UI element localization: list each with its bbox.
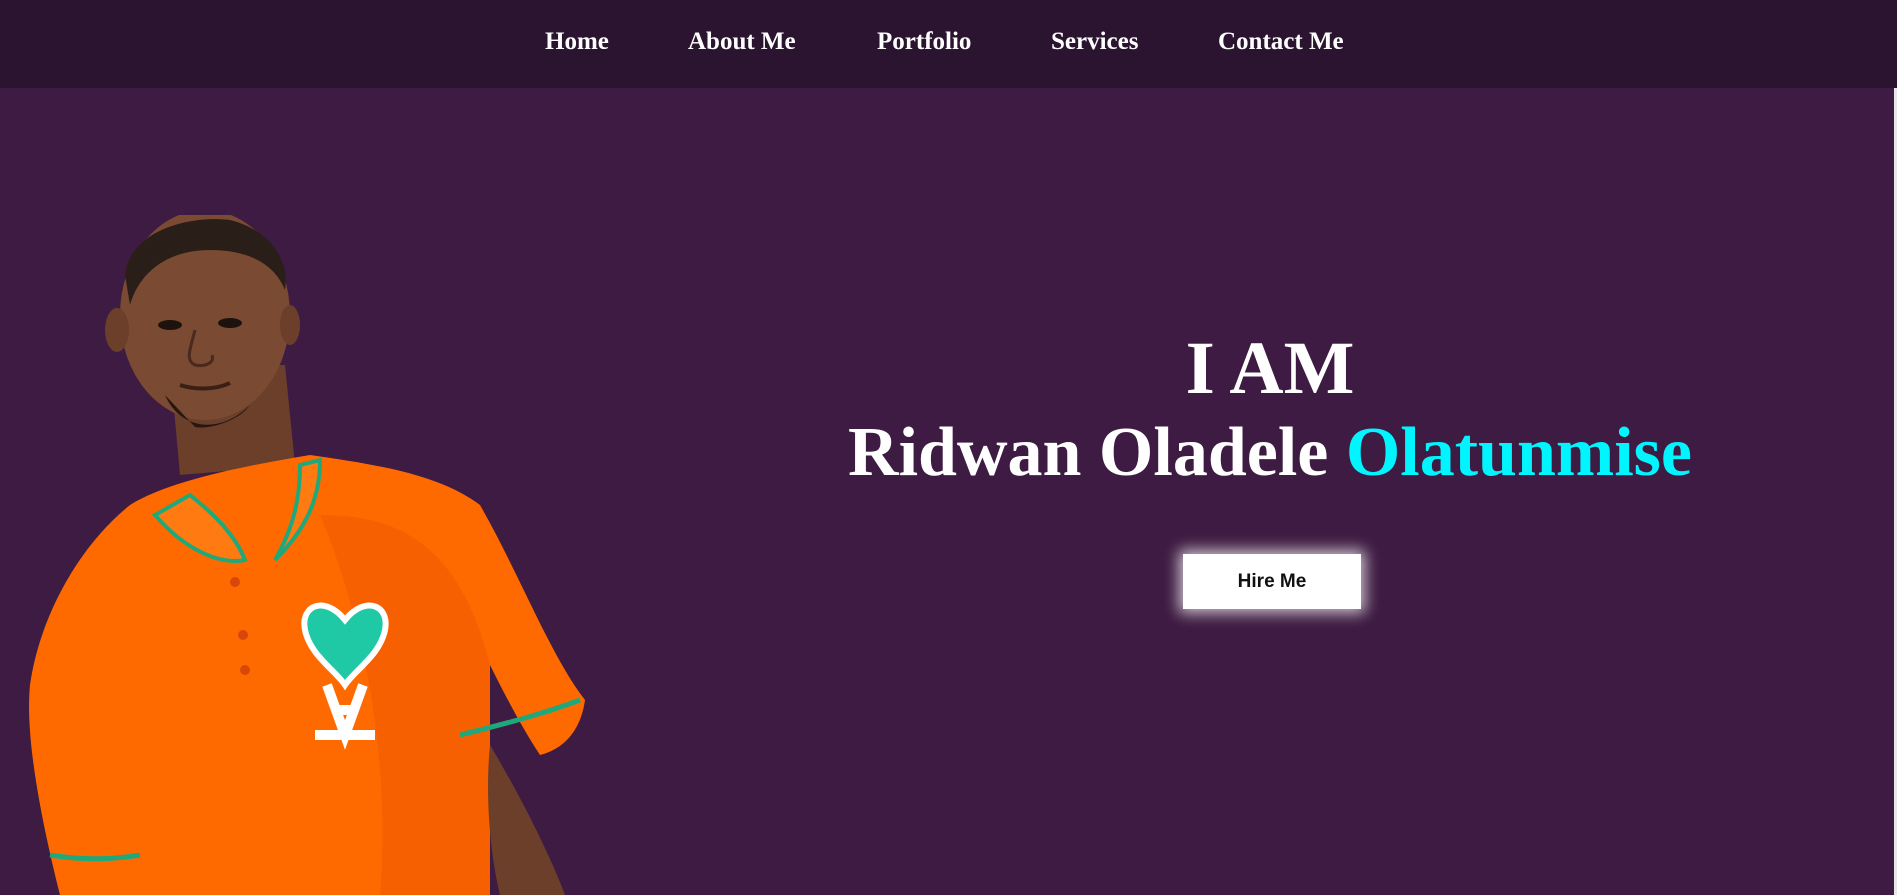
nav-link-contact-me[interactable]: Contact Me bbox=[1218, 26, 1344, 58]
profile-photo bbox=[29, 215, 585, 895]
hero-intro-line: I AM bbox=[1185, 327, 1355, 410]
hero-name-first: Ridwan Oladele bbox=[848, 414, 1346, 491]
nav-link-portfolio[interactable]: Portfolio bbox=[877, 26, 971, 58]
nav-link-services[interactable]: Services bbox=[1051, 26, 1138, 58]
nav-link-home[interactable]: Home bbox=[545, 26, 609, 58]
nav-menu: Home About Me Portfolio Services Contact… bbox=[0, 0, 1897, 88]
hero-name-accent: Olatunmise bbox=[1345, 414, 1692, 491]
top-navbar: Home About Me Portfolio Services Contact… bbox=[0, 0, 1897, 88]
nav-link-about-me[interactable]: About Me bbox=[688, 26, 796, 58]
hire-me-button[interactable]: Hire Me bbox=[1183, 554, 1361, 609]
hero-name: Ridwan Oladele Olatunmise bbox=[780, 412, 1760, 494]
